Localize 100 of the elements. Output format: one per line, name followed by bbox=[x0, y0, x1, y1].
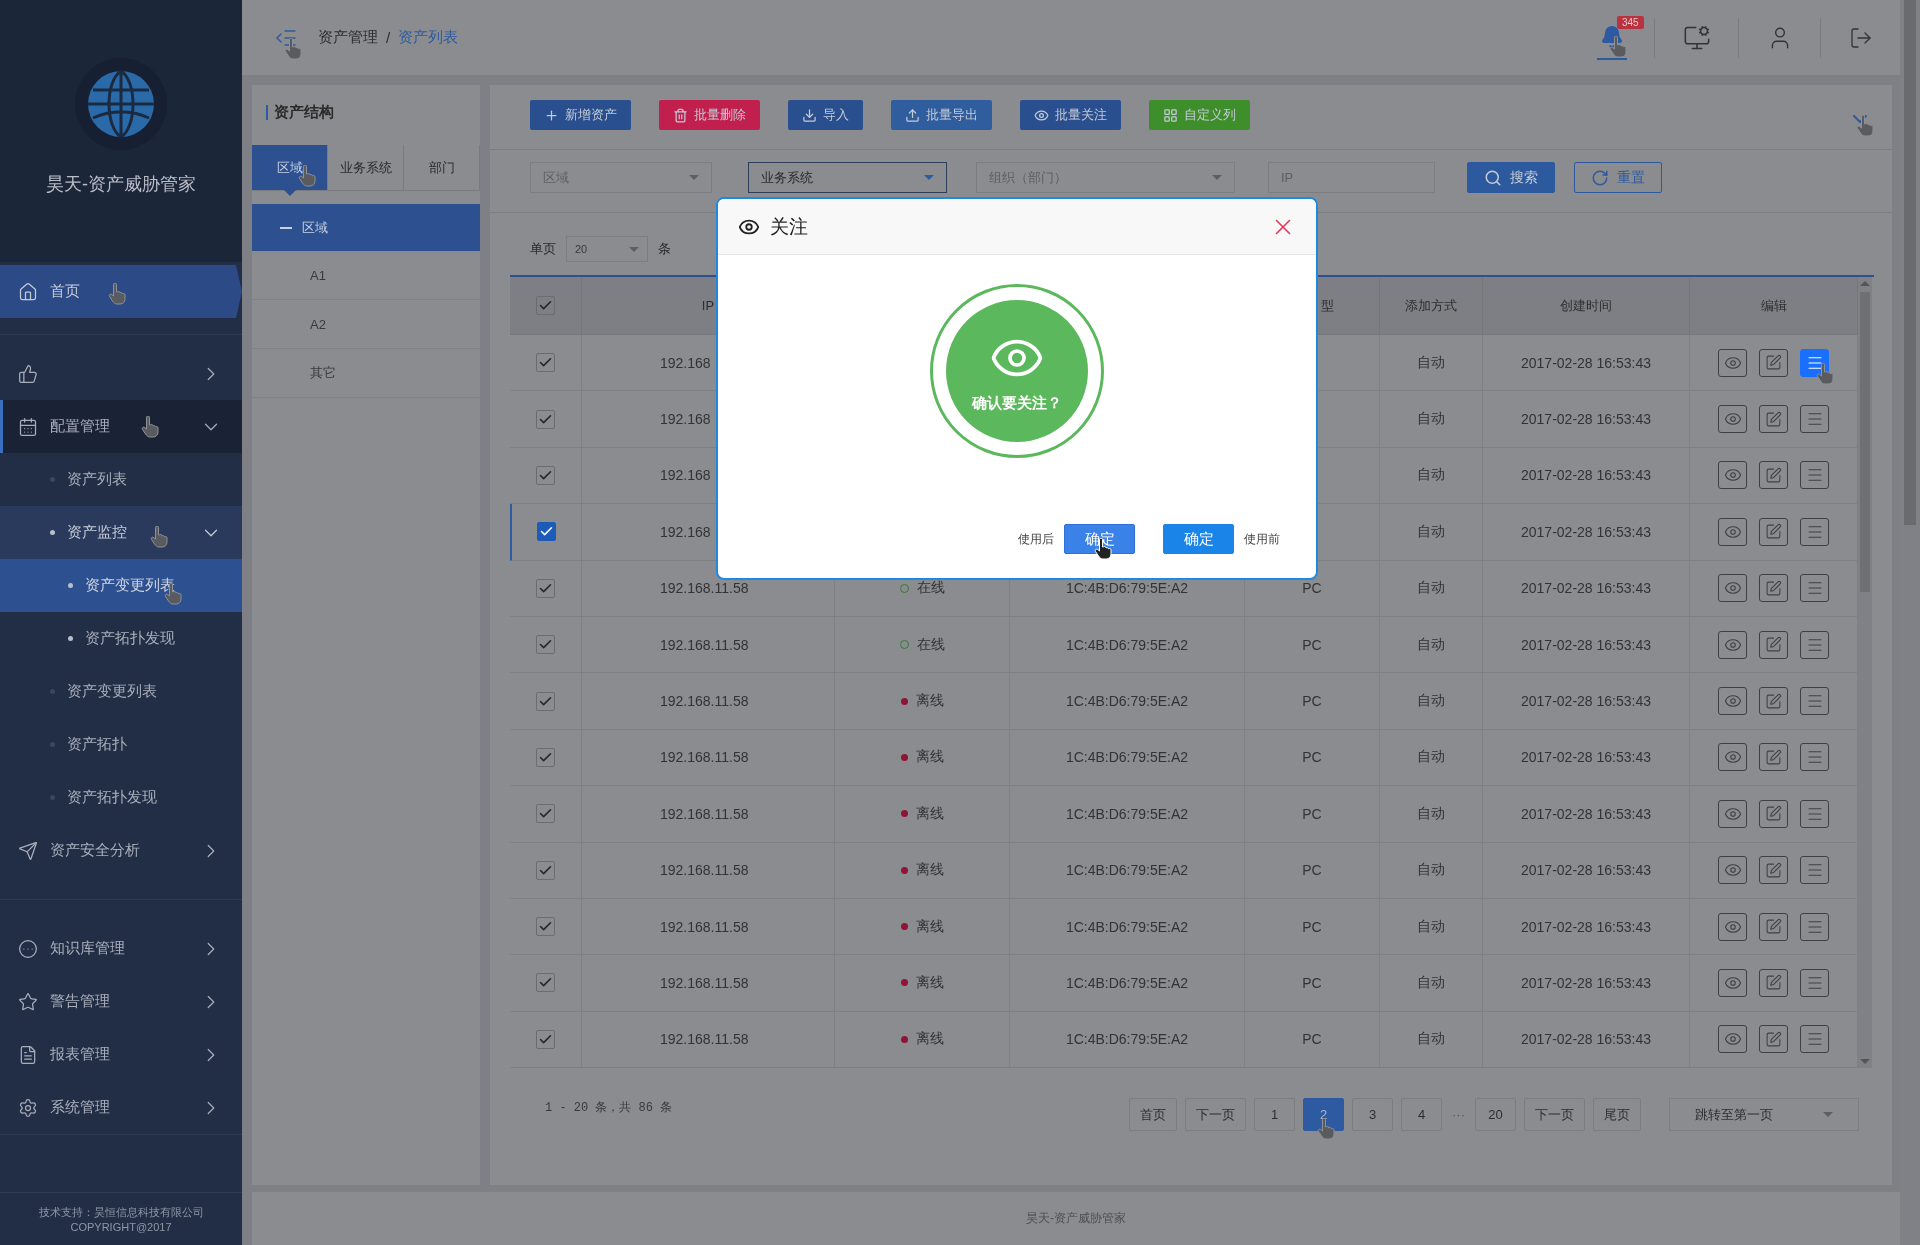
checkbox[interactable] bbox=[536, 353, 555, 373]
row-select-cell[interactable] bbox=[510, 898, 582, 956]
view-button[interactable] bbox=[1718, 856, 1747, 885]
page-button[interactable]: 20 bbox=[1475, 1098, 1516, 1132]
checkbox[interactable] bbox=[536, 635, 555, 655]
menu-button[interactable] bbox=[1800, 743, 1829, 772]
sidebar-item[interactable]: 首页 bbox=[0, 265, 242, 318]
menu-button[interactable] bbox=[1800, 348, 1829, 377]
search-button[interactable]: 搜索 bbox=[1467, 162, 1555, 193]
menu-button[interactable] bbox=[1800, 517, 1829, 546]
view-button[interactable] bbox=[1718, 912, 1747, 941]
view-button[interactable] bbox=[1718, 461, 1747, 490]
view-button[interactable] bbox=[1718, 687, 1747, 716]
edit-button[interactable] bbox=[1759, 856, 1788, 885]
view-button[interactable] bbox=[1718, 348, 1747, 377]
row-select-cell[interactable] bbox=[510, 560, 582, 617]
view-button[interactable] bbox=[1718, 405, 1747, 434]
edit-button[interactable] bbox=[1759, 1025, 1788, 1054]
edit-button[interactable] bbox=[1759, 574, 1788, 603]
toolbar-button[interactable]: 批量删除 bbox=[659, 100, 760, 130]
page-button[interactable]: 4 bbox=[1401, 1098, 1442, 1132]
edit-button[interactable] bbox=[1759, 969, 1788, 997]
row-select-cell[interactable] bbox=[510, 616, 582, 674]
checkbox[interactable] bbox=[536, 1029, 555, 1049]
row-select-cell[interactable] bbox=[510, 955, 582, 1012]
page-button[interactable]: 首页 bbox=[1129, 1098, 1177, 1132]
tree-item[interactable]: 其它 bbox=[252, 349, 480, 398]
toolbar-button[interactable]: 新增资产 bbox=[530, 100, 631, 130]
view-button[interactable] bbox=[1718, 517, 1747, 546]
tree-item[interactable]: A1 bbox=[252, 251, 480, 300]
sidebar-item[interactable]: 资产拓扑发现 bbox=[0, 771, 242, 824]
menu-button[interactable] bbox=[1800, 630, 1829, 659]
edit-button[interactable] bbox=[1759, 630, 1788, 659]
edit-button[interactable] bbox=[1759, 912, 1788, 941]
breadcrumb-link[interactable]: 资产管理 bbox=[318, 28, 378, 47]
page-button[interactable]: 3 bbox=[1352, 1098, 1393, 1132]
row-select-cell[interactable] bbox=[510, 729, 582, 787]
sidebar-item[interactable]: 资产监控 bbox=[0, 506, 242, 559]
edit-button[interactable] bbox=[1759, 743, 1788, 772]
checkbox[interactable] bbox=[536, 409, 555, 429]
page-button[interactable]: 尾页 bbox=[1593, 1098, 1641, 1132]
table-scrollbar[interactable] bbox=[1858, 277, 1872, 1069]
confirm-button[interactable]: 确定 bbox=[1163, 524, 1234, 554]
row-select-cell[interactable] bbox=[510, 1011, 582, 1069]
row-select-cell[interactable] bbox=[510, 504, 582, 561]
sidebar-item[interactable]: 资产变更列表 bbox=[0, 665, 242, 718]
row-select-cell[interactable] bbox=[510, 391, 582, 448]
checkbox[interactable] bbox=[536, 747, 555, 767]
menu-button[interactable] bbox=[1800, 856, 1829, 885]
checkbox[interactable] bbox=[537, 522, 556, 542]
row-select-cell[interactable] bbox=[510, 447, 582, 505]
tab[interactable]: 区域 bbox=[252, 145, 328, 190]
toolbar-button[interactable]: 批量关注 bbox=[1020, 100, 1121, 130]
row-select-cell[interactable] bbox=[510, 786, 582, 843]
page-size-select[interactable]: 20 bbox=[566, 236, 648, 262]
view-button[interactable] bbox=[1718, 799, 1747, 828]
toolbar-button[interactable]: 批量导出 bbox=[891, 100, 992, 130]
sidebar-item[interactable]: 知识库管理 bbox=[0, 922, 242, 975]
checkbox[interactable] bbox=[536, 296, 555, 315]
row-select-cell[interactable] bbox=[510, 335, 582, 392]
menu-button[interactable] bbox=[1800, 912, 1829, 941]
row-select-cell[interactable] bbox=[510, 673, 582, 730]
edit-button[interactable] bbox=[1759, 348, 1788, 377]
view-button[interactable] bbox=[1718, 969, 1747, 997]
menu-button[interactable] bbox=[1800, 461, 1829, 490]
row-select-cell[interactable] bbox=[510, 842, 582, 899]
checkbox[interactable] bbox=[536, 578, 555, 598]
checkbox[interactable] bbox=[536, 465, 555, 485]
checkbox[interactable] bbox=[536, 691, 555, 711]
menu-button[interactable] bbox=[1800, 687, 1829, 716]
checkbox[interactable] bbox=[536, 917, 555, 937]
bell-icon[interactable] bbox=[1600, 24, 1624, 49]
edit-button[interactable] bbox=[1759, 461, 1788, 490]
system-select[interactable]: 业务系统 bbox=[748, 162, 947, 193]
sidebar-item[interactable]: 资产拓扑发现 bbox=[0, 612, 242, 665]
tree-item[interactable]: 区域 bbox=[252, 204, 480, 251]
sidebar-item[interactable]: 资产列表 bbox=[0, 453, 242, 506]
sidebar-item[interactable]: 警告管理 bbox=[0, 975, 242, 1028]
toolbar-button[interactable]: 导入 bbox=[788, 100, 863, 130]
view-button[interactable] bbox=[1718, 743, 1747, 772]
toolbar-button[interactable]: 自定义列 bbox=[1149, 100, 1250, 130]
page-button[interactable]: 1 bbox=[1254, 1098, 1295, 1132]
monitor-settings-icon[interactable] bbox=[1682, 23, 1711, 52]
menu-button[interactable] bbox=[1800, 405, 1829, 434]
tree-item[interactable]: A2 bbox=[252, 300, 480, 349]
checkbox[interactable] bbox=[536, 804, 555, 824]
sidebar-item[interactable]: 配置管理 bbox=[0, 400, 242, 453]
edit-button[interactable] bbox=[1759, 405, 1788, 434]
view-button[interactable] bbox=[1718, 630, 1747, 659]
view-button[interactable] bbox=[1718, 1025, 1747, 1054]
menu-button[interactable] bbox=[1800, 574, 1829, 603]
sidebar-item[interactable]: 报表管理 bbox=[0, 1028, 242, 1081]
edit-button[interactable] bbox=[1759, 687, 1788, 716]
checkbox[interactable] bbox=[536, 973, 555, 993]
logout-icon[interactable] bbox=[1848, 25, 1873, 50]
menu-button[interactable] bbox=[1800, 799, 1829, 828]
edit-button[interactable] bbox=[1759, 799, 1788, 828]
menu-button[interactable] bbox=[1800, 969, 1829, 997]
edit-button[interactable] bbox=[1759, 517, 1788, 546]
page-button[interactable]: 2 bbox=[1303, 1098, 1344, 1132]
